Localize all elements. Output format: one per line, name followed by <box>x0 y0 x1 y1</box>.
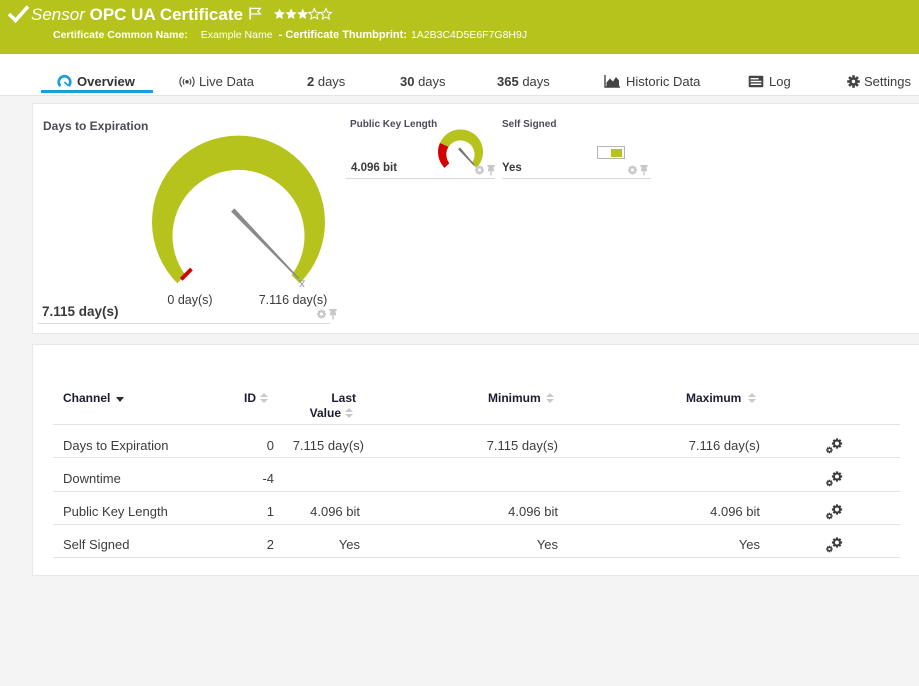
svg-text:x̅: x̅ <box>298 278 306 290</box>
